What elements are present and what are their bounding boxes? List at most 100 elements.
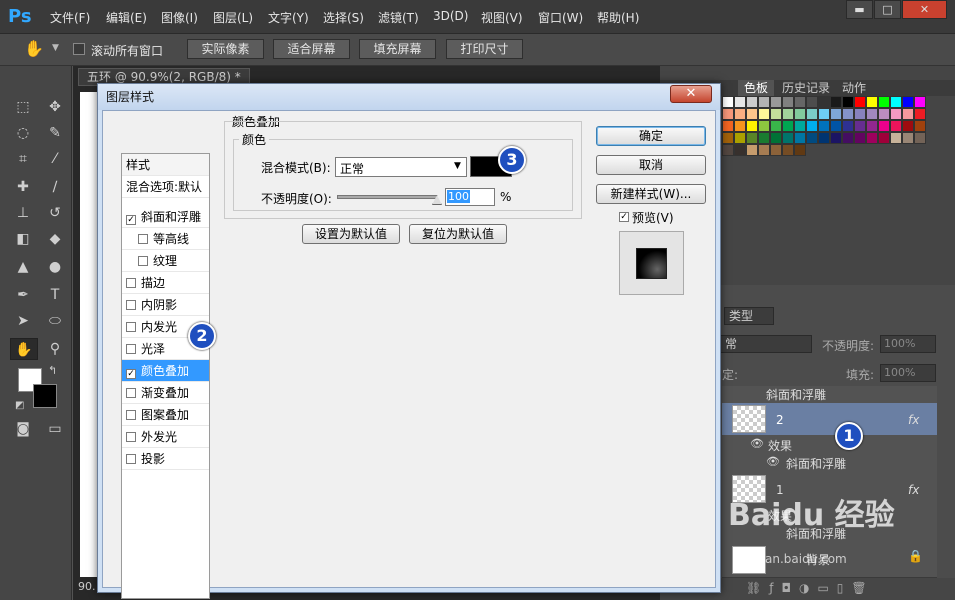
color-swatch[interactable] bbox=[770, 144, 782, 156]
color-swatch[interactable] bbox=[722, 96, 734, 108]
fit-screen-button[interactable]: 适合屏幕 bbox=[273, 39, 350, 59]
style-item[interactable]: 外发光 bbox=[122, 426, 209, 448]
eye-icon[interactable]: 👁 bbox=[766, 455, 780, 468]
ellipse-tool-icon[interactable]: ⬭ bbox=[44, 310, 66, 332]
blend-mode-select[interactable]: 常 bbox=[720, 335, 812, 353]
color-swatch[interactable] bbox=[746, 144, 758, 156]
folder-icon[interactable]: ▭ bbox=[817, 581, 836, 595]
color-swatch[interactable] bbox=[878, 120, 890, 132]
style-checkbox[interactable] bbox=[126, 322, 136, 332]
fx-icon[interactable]: fx bbox=[908, 483, 919, 497]
color-swatch[interactable] bbox=[806, 108, 818, 120]
color-swatch[interactable] bbox=[722, 132, 734, 144]
color-swatch[interactable] bbox=[866, 96, 878, 108]
color-swatch[interactable] bbox=[758, 132, 770, 144]
style-item[interactable]: 内阴影 bbox=[122, 294, 209, 316]
style-checkbox[interactable] bbox=[126, 454, 136, 464]
color-swatch[interactable] bbox=[770, 132, 782, 144]
color-swatch[interactable] bbox=[890, 108, 902, 120]
color-swatch[interactable] bbox=[878, 108, 890, 120]
cancel-button[interactable]: 取消 bbox=[596, 155, 706, 175]
color-swatch[interactable] bbox=[866, 108, 878, 120]
style-item[interactable]: 等高线 bbox=[122, 228, 209, 250]
color-swatch[interactable] bbox=[902, 96, 914, 108]
menu-image[interactable]: 图像(I) bbox=[161, 9, 198, 26]
color-swatch[interactable] bbox=[914, 108, 926, 120]
color-swatch[interactable] bbox=[818, 120, 830, 132]
color-swatch[interactable] bbox=[746, 108, 758, 120]
paint-bucket-icon[interactable]: ◆ bbox=[44, 228, 66, 250]
fx-menu-icon[interactable]: ƒ bbox=[769, 581, 781, 595]
color-swatch[interactable] bbox=[818, 132, 830, 144]
color-swatch[interactable] bbox=[722, 120, 734, 132]
color-swatch[interactable] bbox=[770, 120, 782, 132]
color-swatch[interactable] bbox=[890, 120, 902, 132]
quick-mask-icon[interactable]: ◙ bbox=[12, 418, 34, 440]
style-item[interactable]: 描边 bbox=[122, 272, 209, 294]
dialog-close-button[interactable]: ✕ bbox=[670, 85, 712, 103]
color-swatch[interactable] bbox=[830, 108, 842, 120]
style-item[interactable]: ✓ 斜面和浮雕 bbox=[122, 206, 209, 228]
move-tool-icon[interactable]: ✥ bbox=[44, 96, 66, 118]
color-swatch[interactable] bbox=[902, 120, 914, 132]
menu-select[interactable]: 选择(S) bbox=[323, 9, 364, 26]
preview-checkbox[interactable]: ✓ bbox=[619, 212, 629, 222]
color-swatch[interactable] bbox=[782, 132, 794, 144]
layer-kind-filter[interactable]: 类型 bbox=[724, 307, 774, 325]
marquee-tool-icon[interactable]: ⬚ bbox=[12, 96, 34, 118]
chevron-down-icon[interactable]: ▼ bbox=[52, 43, 59, 53]
color-swatch[interactable] bbox=[794, 96, 806, 108]
lasso-tool-icon[interactable]: ◌ bbox=[12, 122, 34, 144]
color-swatch[interactable] bbox=[722, 144, 734, 156]
style-checkbox[interactable] bbox=[126, 278, 136, 288]
eraser-tool-icon[interactable]: ◧ bbox=[12, 228, 34, 250]
set-default-button[interactable]: 设置为默认值 bbox=[302, 224, 400, 244]
color-swatch[interactable] bbox=[818, 108, 830, 120]
color-swatch[interactable] bbox=[842, 132, 854, 144]
type-tool-icon[interactable]: T bbox=[44, 284, 66, 306]
healing-brush-icon[interactable]: ✚ bbox=[12, 176, 34, 198]
layer-opacity-input[interactable]: 100% bbox=[880, 335, 936, 353]
adjustment-icon[interactable]: ◑ bbox=[799, 581, 817, 595]
link-icon[interactable]: ⛓ bbox=[746, 581, 769, 595]
color-swatch[interactable] bbox=[734, 96, 746, 108]
color-swatch[interactable] bbox=[842, 96, 854, 108]
color-swatch[interactable] bbox=[854, 96, 866, 108]
color-swatch[interactable] bbox=[830, 96, 842, 108]
color-swatch[interactable] bbox=[854, 120, 866, 132]
zoom-tool-icon[interactable]: ⚲ bbox=[44, 338, 66, 360]
color-swatch[interactable] bbox=[878, 96, 890, 108]
menu-3d[interactable]: 3D(D) bbox=[433, 9, 468, 23]
color-swatch[interactable] bbox=[782, 108, 794, 120]
tab-swatches[interactable]: 色板 bbox=[738, 80, 775, 96]
color-swatch[interactable] bbox=[830, 120, 842, 132]
menu-edit[interactable]: 编辑(E) bbox=[106, 9, 147, 26]
brush-tool-icon[interactable]: ∕ bbox=[44, 176, 66, 198]
color-swatch[interactable] bbox=[890, 132, 902, 144]
menu-filter[interactable]: 滤镜(T) bbox=[378, 9, 419, 26]
hand-tool-icon[interactable]: ✋ bbox=[24, 39, 44, 58]
hand-tool-icon[interactable]: ✋ bbox=[10, 338, 38, 360]
color-swatch[interactable] bbox=[806, 132, 818, 144]
style-checkbox[interactable] bbox=[126, 388, 136, 398]
style-item[interactable]: 投影 bbox=[122, 448, 209, 470]
blend-options-item[interactable]: 混合选项:默认 bbox=[122, 176, 209, 198]
layer-fill-input[interactable]: 100% bbox=[880, 364, 936, 382]
fill-screen-button[interactable]: 填充屏幕 bbox=[359, 39, 436, 59]
color-swatch[interactable] bbox=[878, 132, 890, 144]
style-item[interactable]: ✓ 颜色叠加 bbox=[122, 360, 209, 382]
styles-header[interactable]: 样式 bbox=[122, 154, 209, 176]
color-swatch[interactable] bbox=[902, 132, 914, 144]
scroll-all-checkbox[interactable] bbox=[73, 43, 85, 55]
color-swatch[interactable] bbox=[782, 96, 794, 108]
minimize-button[interactable]: ▬ bbox=[846, 0, 873, 19]
style-checkbox[interactable]: ✓ bbox=[126, 215, 136, 225]
color-swatch[interactable] bbox=[782, 144, 794, 156]
style-checkbox[interactable] bbox=[138, 256, 148, 266]
color-swatch[interactable] bbox=[842, 108, 854, 120]
reset-default-button[interactable]: 复位为默认值 bbox=[409, 224, 507, 244]
style-item[interactable]: 纹理 bbox=[122, 250, 209, 272]
color-swatch[interactable] bbox=[854, 132, 866, 144]
color-swatch[interactable] bbox=[806, 96, 818, 108]
new-layer-icon[interactable]: ▯ bbox=[837, 581, 852, 595]
